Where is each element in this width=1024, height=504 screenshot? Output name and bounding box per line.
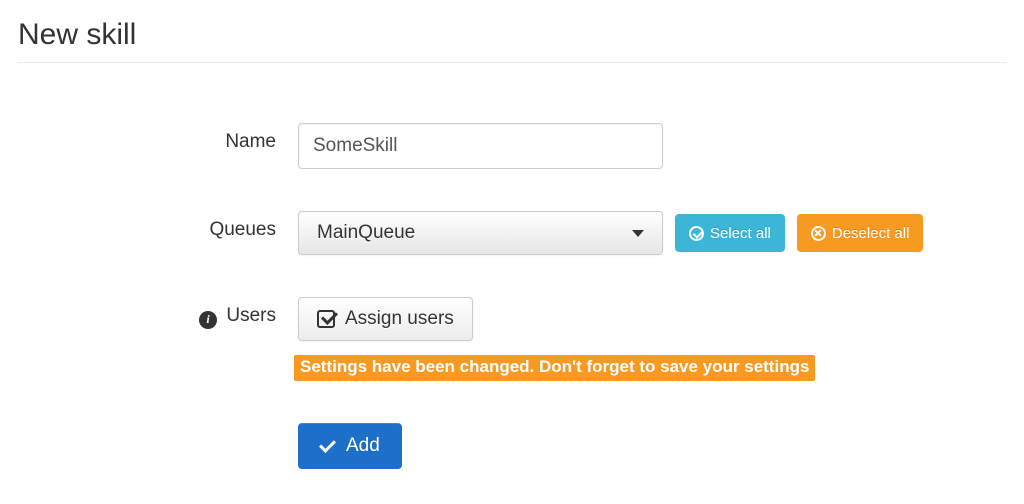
queues-dropdown[interactable]: MainQueue <box>298 211 663 255</box>
x-circle-icon <box>811 226 826 241</box>
add-button[interactable]: Add <box>298 423 402 469</box>
checkbox-checked-icon <box>317 310 335 328</box>
deselect-all-button[interactable]: Deselect all <box>797 214 924 252</box>
info-icon: i <box>199 311 217 329</box>
check-icon <box>320 440 336 452</box>
queues-label: Queues <box>18 211 298 241</box>
form-group-users: i Users Assign users Settings have been … <box>18 297 1006 381</box>
users-label: Users <box>226 305 276 326</box>
select-all-button[interactable]: Select all <box>675 214 785 252</box>
select-all-label: Select all <box>710 225 771 242</box>
form-group-queues: Queues MainQueue Select all Deselect all <box>18 211 1006 255</box>
page-title: New skill <box>18 18 1006 52</box>
add-label: Add <box>346 435 380 457</box>
divider <box>18 62 1006 63</box>
deselect-all-label: Deselect all <box>832 225 910 242</box>
users-label-wrap: i Users <box>18 297 298 329</box>
check-circle-icon <box>689 226 704 241</box>
chevron-down-icon <box>632 230 644 237</box>
assign-users-label: Assign users <box>345 308 454 330</box>
settings-changed-warning: Settings have been changed. Don't forget… <box>294 355 815 381</box>
name-label: Name <box>18 123 298 153</box>
name-input[interactable] <box>298 123 663 169</box>
assign-users-button[interactable]: Assign users <box>298 297 473 341</box>
queues-selected-value: MainQueue <box>317 222 415 244</box>
form-group-submit: Add <box>18 423 1006 469</box>
form-group-name: Name <box>18 123 1006 169</box>
